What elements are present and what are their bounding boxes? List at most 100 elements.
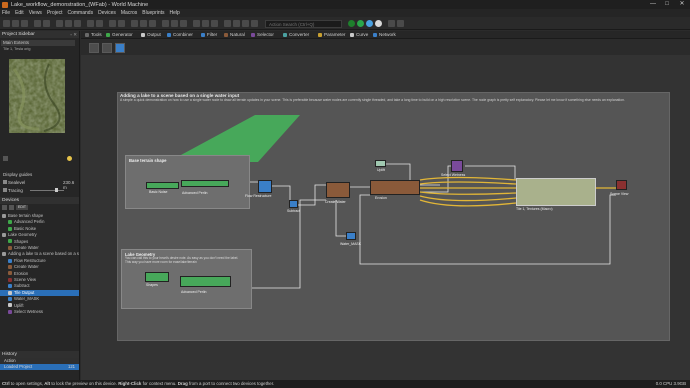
copy-icon[interactable] bbox=[65, 20, 72, 27]
layout-grid-icon[interactable] bbox=[388, 20, 395, 27]
menu-commands[interactable]: Commands bbox=[68, 10, 94, 16]
terrain-preview[interactable] bbox=[9, 59, 65, 133]
device-tree-item[interactable]: Select Wetness bbox=[0, 309, 79, 315]
device-tree-item[interactable]: Create Water bbox=[0, 264, 79, 270]
arrange-icon[interactable] bbox=[162, 20, 169, 27]
extents-dropdown[interactable]: Main Extents bbox=[1, 40, 75, 46]
select-tool-icon[interactable] bbox=[89, 43, 99, 53]
device-tree-item[interactable]: Base terrain shape bbox=[0, 213, 79, 219]
menu-help[interactable]: Help bbox=[170, 10, 180, 16]
build-tile-icon[interactable] bbox=[357, 20, 364, 27]
advanced-perlin-2-node[interactable] bbox=[180, 276, 231, 287]
menu-devices[interactable]: Devices bbox=[98, 10, 116, 16]
advanced-perlin-node[interactable] bbox=[181, 180, 229, 187]
save-project-icon[interactable] bbox=[21, 20, 28, 27]
menu-views[interactable]: Views bbox=[29, 10, 42, 16]
tile-icon[interactable] bbox=[118, 20, 125, 27]
extents-icon[interactable] bbox=[109, 20, 116, 27]
undo-icon[interactable] bbox=[34, 20, 41, 27]
sidebar-close-icon[interactable]: ▫ ✕ bbox=[70, 31, 77, 38]
zoom-out-icon[interactable] bbox=[202, 20, 209, 27]
tab-selector[interactable]: Selector bbox=[251, 32, 274, 38]
device-tree-item[interactable]: Scene View bbox=[0, 277, 79, 283]
render-icon[interactable] bbox=[140, 20, 147, 27]
edit-button[interactable]: EDIT bbox=[16, 205, 28, 210]
device-tree-item[interactable]: Lake Geometry bbox=[0, 232, 79, 238]
tab-tools[interactable]: Tools bbox=[85, 32, 102, 38]
build-icon[interactable] bbox=[224, 20, 231, 27]
device-tree-item[interactable]: Water_MASK bbox=[0, 296, 79, 302]
layout-icon[interactable] bbox=[87, 20, 94, 27]
network-tool-icon[interactable] bbox=[115, 43, 125, 53]
settings-icon[interactable] bbox=[149, 20, 156, 27]
device-tree-item[interactable]: Advanced Perlin bbox=[0, 219, 79, 225]
cut-icon[interactable] bbox=[56, 20, 63, 27]
device-filter-icon[interactable] bbox=[2, 205, 7, 210]
export-icon[interactable] bbox=[131, 20, 138, 27]
device-tree-item[interactable]: Adding a lake to a scene based on a sing… bbox=[0, 251, 79, 257]
fit-view-icon[interactable] bbox=[211, 20, 218, 27]
light-view-icon[interactable] bbox=[375, 20, 382, 27]
tab-filter[interactable]: Filter bbox=[201, 32, 217, 38]
redo-icon[interactable] bbox=[43, 20, 50, 27]
subtract-node[interactable] bbox=[289, 200, 298, 208]
close-button[interactable]: ✕ bbox=[675, 0, 689, 9]
stop-build-icon[interactable] bbox=[233, 20, 240, 27]
maximize-button[interactable]: □ bbox=[660, 0, 674, 9]
water-mask-node[interactable] bbox=[346, 232, 356, 240]
tracing-slider-handle[interactable] bbox=[55, 188, 58, 192]
world-view-icon[interactable] bbox=[366, 20, 373, 27]
preview-mode-icon[interactable] bbox=[3, 156, 8, 161]
zoom-in-icon[interactable] bbox=[193, 20, 200, 27]
device-tree-item[interactable]: Tile Output bbox=[0, 289, 79, 296]
menu-blueprints[interactable]: Blueprints bbox=[142, 10, 164, 16]
view-icon[interactable] bbox=[96, 20, 103, 27]
tab-combiner[interactable]: Combiner bbox=[167, 32, 193, 38]
group-icon[interactable] bbox=[171, 20, 178, 27]
open-project-icon[interactable] bbox=[12, 20, 19, 27]
paste-icon[interactable] bbox=[74, 20, 81, 27]
tab-converter[interactable]: Converter bbox=[283, 32, 309, 38]
dock-icon[interactable] bbox=[397, 20, 404, 27]
uplift-node[interactable] bbox=[375, 160, 386, 167]
device-add-icon[interactable] bbox=[9, 205, 14, 210]
menu-macros[interactable]: Macros bbox=[121, 10, 137, 16]
preview-icon[interactable] bbox=[242, 20, 249, 27]
tab-parameter[interactable]: Parameter bbox=[318, 32, 345, 38]
device-tree-item[interactable]: Flow Restructure bbox=[0, 258, 79, 264]
new-project-icon[interactable] bbox=[3, 20, 10, 27]
shapes-node[interactable] bbox=[145, 272, 169, 282]
align-icon[interactable] bbox=[180, 20, 187, 27]
tile-output-node[interactable] bbox=[516, 178, 596, 206]
tab-curve[interactable]: Curve bbox=[350, 32, 368, 38]
device-tree-item[interactable]: Basic Noise bbox=[0, 226, 79, 232]
tab-output[interactable]: Output bbox=[141, 32, 161, 38]
device-tree-item[interactable]: Uplift bbox=[0, 303, 79, 309]
erosion-node[interactable] bbox=[370, 180, 420, 195]
history-row[interactable]: Loaded Project 121 bbox=[0, 364, 79, 370]
tab-network[interactable]: Network bbox=[373, 32, 396, 38]
group-tool-icon[interactable] bbox=[102, 43, 112, 53]
select-wetness-node[interactable] bbox=[451, 160, 463, 172]
device-tree-item[interactable]: Create Water bbox=[0, 245, 79, 251]
menu-file[interactable]: File bbox=[2, 10, 10, 16]
menu-edit[interactable]: Edit bbox=[15, 10, 24, 16]
device-tree-item[interactable]: Erosion bbox=[0, 271, 79, 277]
basic-noise-node[interactable] bbox=[146, 182, 179, 189]
build-status-icon[interactable] bbox=[348, 20, 355, 27]
action-search-input[interactable] bbox=[265, 20, 342, 28]
sealevel-value[interactable]: 230.6 m bbox=[63, 180, 79, 190]
tracing-checkbox[interactable] bbox=[3, 188, 7, 192]
flow-restructure-node[interactable] bbox=[258, 180, 272, 193]
minimize-button[interactable]: — bbox=[646, 0, 660, 9]
create-water-node[interactable] bbox=[326, 182, 350, 198]
tab-natural[interactable]: Natural bbox=[224, 32, 245, 38]
menu-project[interactable]: Project bbox=[47, 10, 63, 16]
bookmark-icon[interactable] bbox=[251, 20, 258, 27]
sealevel-checkbox[interactable] bbox=[3, 180, 7, 184]
light-bulb-icon[interactable] bbox=[67, 156, 72, 161]
tracing-slider[interactable] bbox=[30, 190, 64, 191]
tab-generator[interactable]: Generator bbox=[106, 32, 133, 38]
scene-view-node[interactable] bbox=[616, 180, 627, 190]
device-tree-item[interactable]: Subtract bbox=[0, 283, 79, 289]
